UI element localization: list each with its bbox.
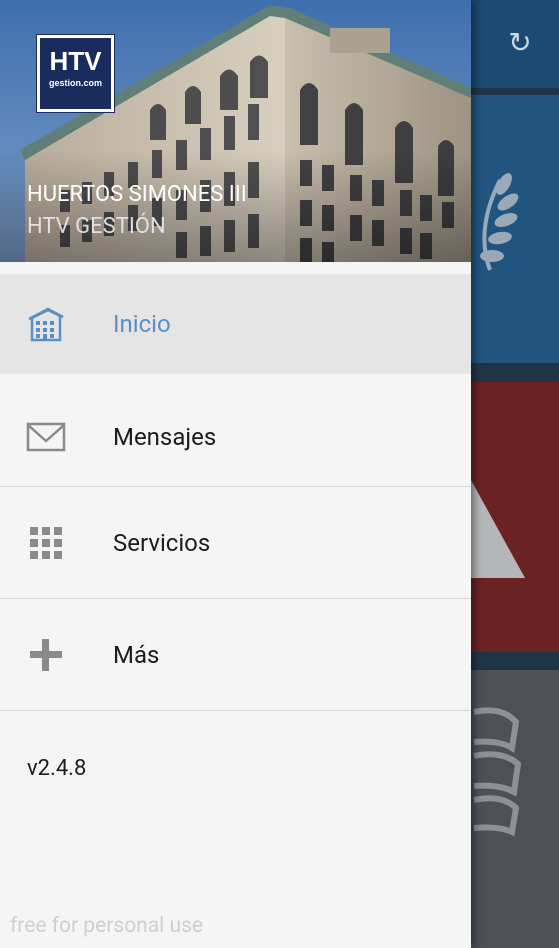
logo-sub-text: gestion.com bbox=[48, 78, 102, 88]
laurel-icon bbox=[480, 173, 519, 271]
menu-item-label: Más bbox=[113, 640, 160, 669]
menu-item-mensajes[interactable]: Mensajes bbox=[0, 374, 471, 487]
menu-item-label: Mensajes bbox=[113, 422, 217, 451]
menu-item-inicio[interactable]: Inicio bbox=[0, 274, 471, 374]
menu-item-label: Inicio bbox=[113, 310, 171, 338]
plus-icon bbox=[30, 638, 62, 671]
menu-item-servicios[interactable]: Servicios bbox=[0, 487, 471, 599]
warning-triangle-icon bbox=[471, 480, 525, 578]
watermark-text: free for personal use bbox=[10, 914, 204, 938]
community-title: HUERTOS SIMONES III bbox=[27, 182, 247, 207]
envelope-icon bbox=[26, 422, 66, 451]
htv-logo: HTV gestion.com bbox=[37, 35, 114, 112]
books-icon bbox=[473, 707, 522, 837]
logo-main-text: HTV bbox=[49, 46, 102, 76]
drawer-menu: Inicio Mensajes Servicios Más bbox=[0, 262, 471, 711]
drawer-header: HTV gestion.com HUERTOS SIMONES III HTV … bbox=[0, 0, 471, 262]
app-version: v2.4.8 bbox=[27, 756, 87, 781]
navigation-drawer: HTV gestion.com HUERTOS SIMONES III HTV … bbox=[0, 0, 471, 948]
company-subtitle: HTV GESTIÓN bbox=[27, 214, 166, 239]
building-icon bbox=[28, 307, 64, 342]
menu-item-mas[interactable]: Más bbox=[0, 599, 471, 711]
menu-item-label: Servicios bbox=[113, 528, 211, 557]
refresh-icon[interactable]: ↻ bbox=[505, 28, 535, 58]
menu-top-gap bbox=[0, 262, 471, 274]
grid-icon bbox=[30, 526, 62, 559]
